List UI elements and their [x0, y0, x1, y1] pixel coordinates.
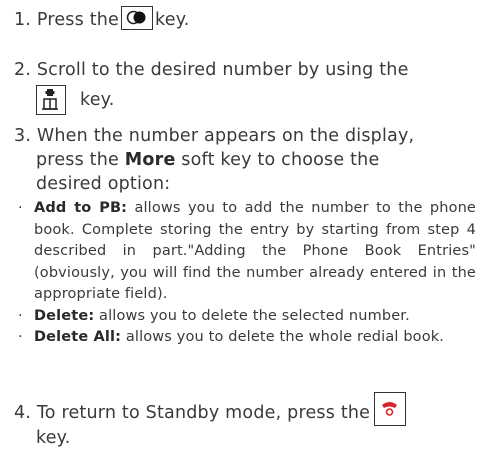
option-description: allows you to delete the whole redial bo…: [121, 329, 445, 345]
flash-key-icon: [121, 6, 154, 30]
step-3-line-1: When the number appears on the display,: [36, 126, 415, 146]
step-3: 3. When the number appears on the displa…: [14, 124, 474, 196]
option-description: allows you to delete the selected number…: [94, 307, 410, 324]
list-item: · Add to PB: allows you to add the numbe…: [18, 198, 476, 306]
step-3-line-3: desired option:: [36, 174, 171, 194]
step-4-text: To return to Standby mode, press the: [36, 403, 371, 423]
bullet-icon: ·: [18, 200, 23, 216]
step-2: 2. Scroll to the desired number by using…: [14, 58, 474, 115]
step-3-line-2-start: press the: [36, 150, 120, 170]
step-4-number: 4.: [14, 403, 32, 423]
step-1-text: Press the: [36, 10, 120, 30]
step-1-number: 1.: [14, 10, 32, 30]
step-4: 4. To return to Standby mode, press the …: [14, 392, 474, 451]
step-2-key-word: key.: [80, 90, 115, 110]
end-call-key-icon: [374, 392, 407, 426]
bullet-icon: ·: [18, 307, 23, 324]
step-3-number: 3.: [14, 126, 32, 146]
list-item: · Delete: allows you to delete the selec…: [18, 306, 476, 328]
list-item: · Delete All: allows you to delete the w…: [18, 327, 476, 349]
bullet-icon: ·: [18, 329, 23, 345]
more-softkey-label: More: [124, 150, 176, 170]
option-term: Delete:: [34, 307, 95, 324]
step-1-key-word: key.: [155, 10, 190, 30]
phonebook-key-icon: [36, 85, 66, 115]
step-4-key-word: key.: [36, 428, 71, 448]
option-term: Add to PB:: [34, 200, 128, 216]
step-2-text: Scroll to the desired number by using th…: [36, 60, 409, 80]
step-3-line-2-end: soft key to choose the: [181, 150, 380, 170]
option-list: · Add to PB: allows you to add the numbe…: [18, 198, 476, 349]
step-1: 1. Press the key.: [14, 6, 474, 33]
step-2-number: 2.: [14, 60, 32, 80]
option-term: Delete All:: [34, 329, 122, 345]
